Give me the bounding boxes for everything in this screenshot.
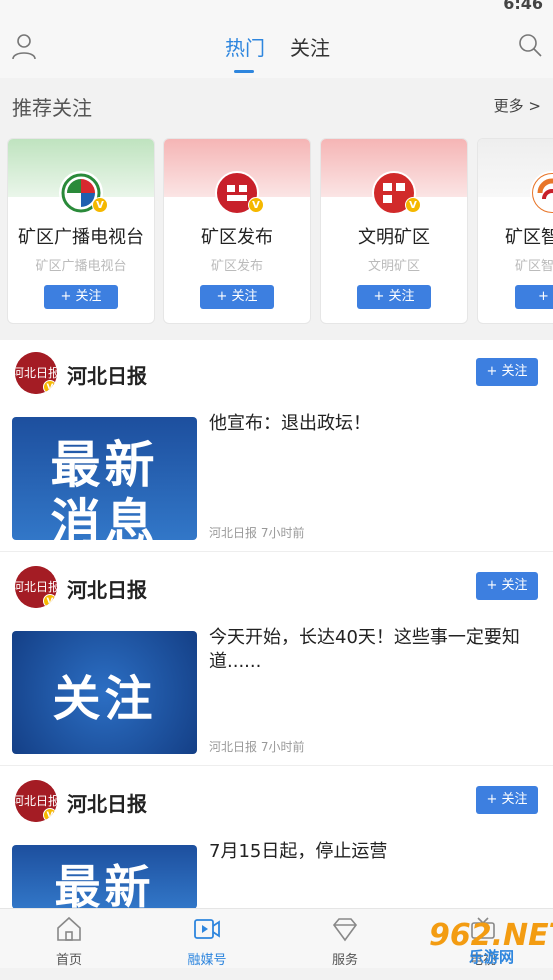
thumbnail-text: 消息	[50, 494, 159, 540]
more-link[interactable]: 更多 >	[494, 95, 541, 116]
card-name: 文明矿区	[358, 227, 430, 248]
follow-button[interactable]: + 关注	[200, 285, 274, 309]
follow-button[interactable]: + 关注	[476, 358, 538, 386]
thumbnail-text: 最新	[54, 860, 155, 909]
thumbnail-text: 关注	[52, 671, 157, 727]
card-name: 矿区智	[505, 227, 553, 248]
recommend-header: 推荐关注 更多 >	[0, 78, 553, 132]
verified-badge-icon: V	[248, 197, 264, 213]
smart-logo-icon	[533, 174, 553, 212]
home-icon	[57, 916, 81, 941]
search-icon[interactable]	[517, 32, 543, 58]
recommend-title: 推荐关注	[12, 96, 92, 120]
recommend-card[interactable]: V 文明矿区 文明矿区 + 关注	[320, 138, 468, 324]
news-title[interactable]: 今天开始，长达40天！这些事一定要知道......	[209, 626, 539, 674]
recommend-card[interactable]: 矿区智 矿区智 + 关	[477, 138, 553, 324]
news-thumbnail[interactable]: 最新	[12, 845, 197, 909]
tab-active-indicator	[234, 70, 254, 73]
svg-text:河北日报: 河北日报	[15, 793, 57, 808]
nav-label: 融媒号	[187, 953, 227, 968]
card-name: 矿区广播电视台	[18, 227, 144, 248]
author-name[interactable]: 河北日报	[67, 360, 147, 389]
news-item[interactable]: 河北日报 V 河北日报 + 关注 最新 消息 他宣布：退出政坛！ 河北日报 7小…	[0, 340, 553, 552]
top-bar: 热门 关注	[0, 14, 553, 78]
nav-home[interactable]: 首页	[24, 909, 114, 969]
follow-button[interactable]: + 关注	[357, 285, 431, 309]
news-title[interactable]: 他宣布：退出政坛！	[209, 412, 539, 436]
svg-text:河北日报: 河北日报	[15, 579, 57, 594]
news-thumbnail[interactable]: 最新 消息	[12, 417, 197, 540]
card-subtitle: 矿区智	[515, 259, 553, 274]
diamond-icon	[332, 918, 358, 942]
watermark-text: 乐游网	[469, 948, 515, 966]
verified-badge-icon: V	[43, 594, 57, 608]
recommend-cards: V 矿区广播电视台 矿区广播电视台 + 关注 V 矿区发布 矿区发布 + 关注	[0, 138, 553, 328]
card-subtitle: 矿区广播电视台	[35, 259, 127, 274]
news-meta: 河北日报 7小时前	[209, 526, 305, 540]
recommend-card[interactable]: V 矿区发布 矿区发布 + 关注	[163, 138, 311, 324]
nav-label: 首页	[55, 953, 82, 968]
news-thumbnail[interactable]: 关注	[12, 631, 197, 754]
user-icon[interactable]	[10, 32, 38, 60]
card-subtitle: 文明矿区	[367, 259, 420, 274]
nav-service[interactable]: 服务	[300, 909, 390, 969]
status-bar: 6:46	[0, 0, 553, 14]
author-avatar[interactable]: 河北日报 V	[15, 352, 57, 394]
author-name[interactable]: 河北日报	[67, 788, 147, 817]
status-time: 6:46	[503, 0, 543, 13]
follow-button[interactable]: + 关注	[476, 786, 538, 814]
news-feed: 河北日报 V 河北日报 + 关注 最新 消息 他宣布：退出政坛！ 河北日报 7小…	[0, 340, 553, 909]
verified-badge-icon: V	[405, 197, 421, 213]
follow-button[interactable]: + 关注	[44, 285, 118, 309]
card-name: 矿区发布	[201, 227, 273, 248]
recommend-card[interactable]: V 矿区广播电视台 矿区广播电视台 + 关注	[7, 138, 155, 324]
svg-text:河北日报: 河北日报	[15, 365, 57, 380]
follow-button[interactable]: + 关	[515, 285, 553, 309]
news-item[interactable]: 河北日报 V 河北日报 + 关注 关注 今天开始，长达40天！这些事一定要知道.…	[0, 554, 553, 766]
media-icon	[194, 919, 220, 939]
nav-label: 服务	[331, 953, 358, 968]
watermark: 962.NET 乐游网	[409, 918, 553, 966]
author-name[interactable]: 河北日报	[67, 574, 147, 603]
author-avatar[interactable]: 河北日报 V	[15, 566, 57, 608]
tab-hot[interactable]: 热门	[225, 32, 265, 61]
news-title[interactable]: 7月15日起，停止运营	[209, 840, 539, 864]
news-meta: 河北日报 7小时前	[209, 740, 305, 754]
follow-button[interactable]: + 关注	[476, 572, 538, 600]
author-avatar[interactable]: 河北日报 V	[15, 780, 57, 822]
tab-follow[interactable]: 关注	[290, 32, 330, 61]
verified-badge-icon: V	[43, 380, 57, 394]
verified-badge-icon: V	[92, 197, 108, 213]
verified-badge-icon: V	[43, 808, 57, 822]
card-subtitle: 矿区发布	[210, 259, 263, 274]
nav-media[interactable]: 融媒号	[162, 909, 252, 969]
